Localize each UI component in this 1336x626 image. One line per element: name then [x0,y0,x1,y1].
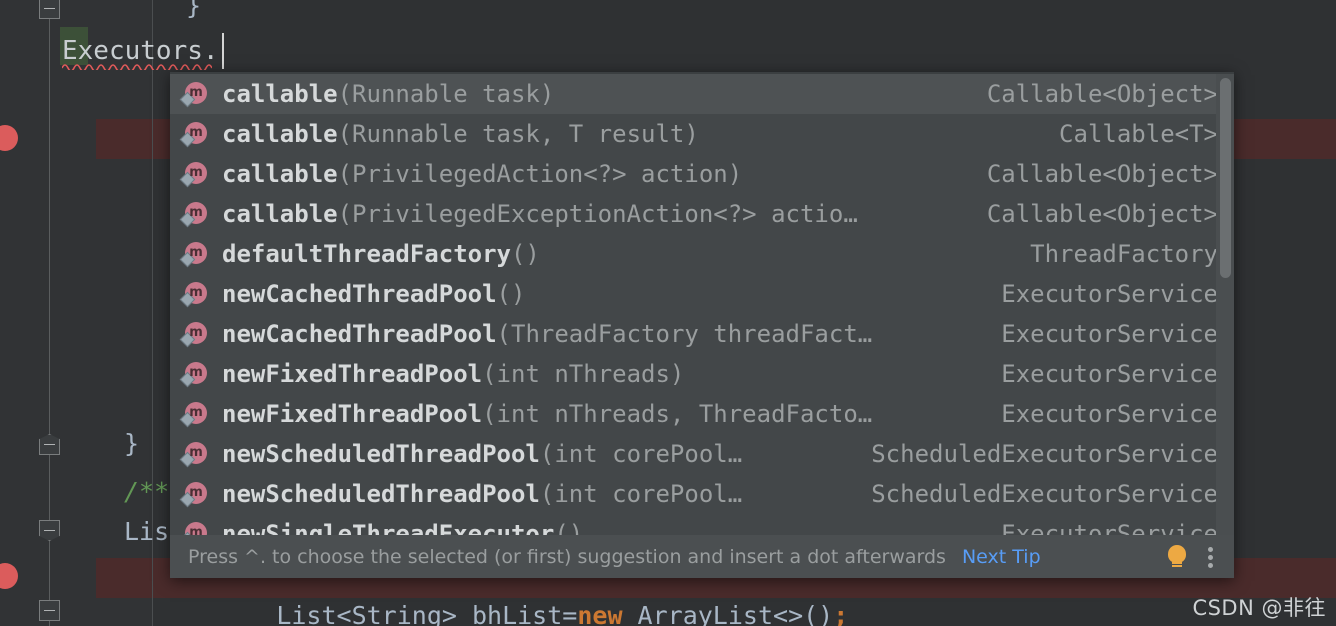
completion-scrollbar-thumb[interactable] [1220,78,1231,278]
fold-marker-region-end-icon[interactable] [39,520,60,541]
completion-item-type: Callable<Object> [986,200,1218,228]
method-icon: m [179,161,208,188]
completion-item-params: (Runnable task, T result) [337,120,699,148]
method-icon: m [179,361,208,388]
completion-item-params: () [510,240,540,268]
completion-item-type: Callable<T> [1059,120,1218,148]
method-icon: m [179,441,208,468]
kebab-menu-icon[interactable] [1208,544,1216,570]
completion-item-signature: callable(Runnable task, T result) [222,119,1039,149]
completion-item-type: ExecutorService [1001,400,1218,428]
method-icon: m [179,401,208,428]
method-icon: m [179,281,208,308]
completion-item[interactable]: m callable(PrivilegedExceptionAction<?> a… [170,194,1234,234]
fold-marker-region-start-icon[interactable] [39,434,60,455]
completion-item-name: newScheduledThreadPool [222,440,540,468]
completion-item-name: newCachedThreadPool [222,320,497,348]
fold-marker-collapse-icon[interactable] [39,0,60,19]
completion-item[interactable]: m newFixedThreadPool(int nThreads, Thread… [170,394,1234,434]
completion-item-signature: newCachedThreadPool(ThreadFactory thread… [222,319,981,349]
code-token-semicolon: ; [833,601,849,626]
completion-item-params: (int corePool… [539,440,743,468]
completion-item-type: ScheduledExecutorService [871,440,1218,468]
completion-item-params: (int nThreads) [482,360,685,388]
completion-item-signature: callable(PrivilegedExceptionAction<?> ac… [222,199,967,229]
completion-item[interactable]: m newScheduledThreadPool(int corePool… Sch… [170,474,1234,514]
code-line-close-brace: } [186,0,202,20]
method-icon: m [179,241,208,268]
lightbulb-icon[interactable] [1164,544,1190,570]
completion-item-name: newFixedThreadPool [222,360,483,388]
completion-item-name: defaultThreadFactory [222,240,511,268]
completion-item-type: ExecutorService [1001,320,1218,348]
completion-item-params: () [554,520,584,535]
completion-item-params: () [496,280,526,308]
error-squiggle [62,64,212,70]
completion-item-signature: newScheduledThreadPool(int corePool… [222,439,851,469]
completion-item-name: newCachedThreadPool [222,280,497,308]
completion-item-name: newScheduledThreadPool [222,480,540,508]
completion-item-name: newFixedThreadPool [222,400,483,428]
completion-item[interactable]: m newCachedThreadPool() ExecutorService [170,274,1234,314]
method-icon: m [179,121,208,148]
method-icon: m [179,201,208,228]
code-line-if-collutil: if (CollUtil.isNotEmpty(zbbhs)){ [186,596,758,626]
completion-item-type: ThreadFactory [1030,240,1218,268]
completion-item-signature: newFixedThreadPool(int nThreads, ThreadF… [222,399,981,429]
completion-item-params: (Runnable task) [337,80,555,108]
completion-item-type: ExecutorService [1001,360,1218,388]
completion-popup[interactable]: m callable(Runnable task) Callable<Object>… [170,72,1234,578]
next-tip-link[interactable]: Next Tip [962,546,1041,568]
screen-root: } Executors. } /** Lis List<String> bhLi… [0,0,1336,626]
completion-hint-text: Press ^. to choose the selected (or firs… [188,545,946,568]
completion-item-name: callable [222,200,338,228]
completion-item-params: (PrivilegedAction<?> action) [337,160,743,188]
completion-item[interactable]: m callable(Runnable task, T result) Callab… [170,114,1234,154]
completion-item[interactable]: m newScheduledThreadPool(int corePool… Sch… [170,434,1234,474]
code-line-list-partial: Lis [124,517,170,546]
method-icon: m [179,321,208,348]
completion-item-signature: defaultThreadFactory() [222,239,1010,269]
code-line-javadoc: /** [124,477,170,506]
completion-item-type: ExecutorService [1001,280,1218,308]
completion-item-type: Callable<Object> [986,80,1218,108]
method-icon: m [179,81,208,108]
text-caret [222,33,224,69]
code-line-close-brace-mid: } [124,429,140,458]
completion-item-signature: newScheduledThreadPool(int corePool… [222,479,851,509]
method-icon: m [179,521,208,535]
fold-marker-collapse-icon[interactable] [39,600,60,621]
completion-item-signature: callable(Runnable task) [222,79,967,109]
completion-item-params: (int corePool… [539,480,743,508]
completion-item-signature: newSingleThreadExecutor() [222,519,981,535]
completion-item[interactable]: m newCachedThreadPool(ThreadFactory threa… [170,314,1234,354]
completion-item-signature: callable(PrivilegedAction<?> action) [222,159,967,189]
completion-item[interactable]: m callable(PrivilegedAction<?> action) Cal… [170,154,1234,194]
completion-item-signature: newCachedThreadPool() [222,279,981,309]
completion-item-type: ScheduledExecutorService [871,480,1218,508]
completion-item-params: (int nThreads, ThreadFacto… [482,400,873,428]
completion-item-name: callable [222,80,338,108]
completion-item-type: ExecutorService [1001,520,1218,535]
completion-item-type: Callable<Object> [986,160,1218,188]
completion-item-list[interactable]: m callable(Runnable task) Callable<Object>… [170,74,1234,535]
completion-hint-bar: Press ^. to choose the selected (or firs… [170,535,1234,578]
completion-item-name: newSingleThreadExecutor [222,520,555,535]
completion-item[interactable]: m newSingleThreadExecutor() ExecutorServic… [170,514,1234,535]
completion-item-name: callable [222,160,338,188]
completion-item-signature: newFixedThreadPool(int nThreads) [222,359,981,389]
completion-item[interactable]: m defaultThreadFactory() ThreadFactory [170,234,1234,274]
completion-item-params: (PrivilegedExceptionAction<?> actio… [337,200,858,228]
watermark-text: CSDN @非往 [1192,596,1326,620]
completion-item-params: (ThreadFactory threadFact… [496,320,873,348]
method-icon: m [179,481,208,508]
completion-item[interactable]: m newFixedThreadPool(int nThreads) Executo… [170,354,1234,394]
completion-item-name: callable [222,120,338,148]
completion-scrollbar[interactable] [1216,74,1234,535]
completion-item[interactable]: m callable(Runnable task) Callable<Object> [170,74,1234,114]
